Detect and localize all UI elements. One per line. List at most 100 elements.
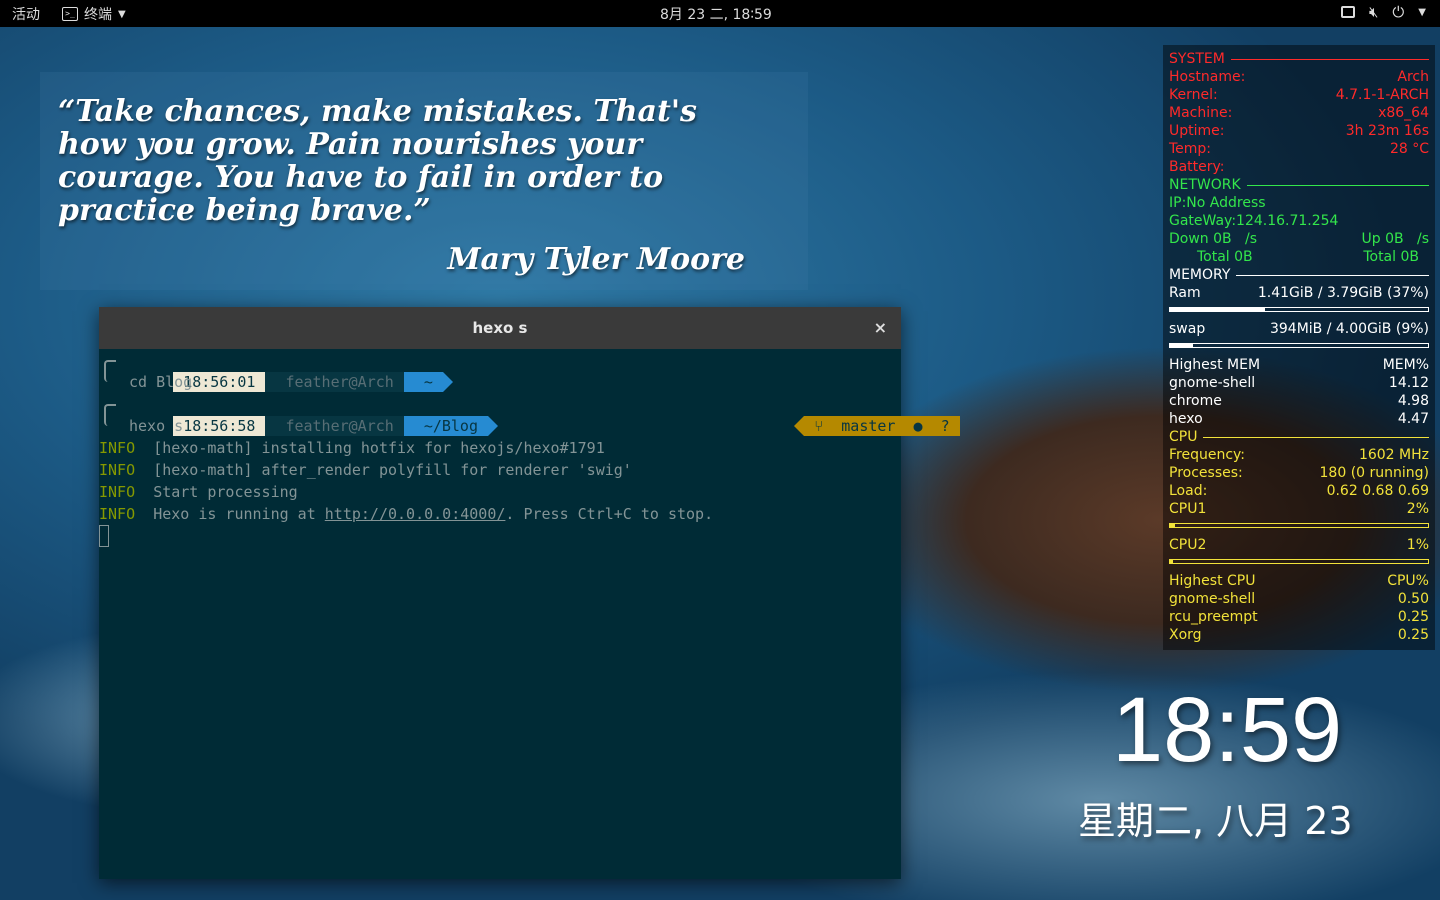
cpu2-row: CPU2 1% [1169, 536, 1429, 554]
top-bar: 活动 >_ 终端 ▼ 8月 23 二, 18∶59 🔇︎ ⏻ ▼ [0, 0, 1440, 27]
row-value: x86_64 [1378, 105, 1429, 121]
prompt-dir: ~/Blog [403, 416, 499, 436]
desktop-clock-date: 星期二, 八月 23 [1078, 799, 1353, 843]
prompt-time: 18:56:58 [173, 416, 276, 436]
top-mem-row: hexo 4.47 [1169, 410, 1429, 428]
network-title: NETWORK [1169, 177, 1241, 193]
upload-total: Total 0B [1363, 249, 1419, 265]
swap-row: swap 394MiB / 4.00GiB (9%) [1169, 320, 1429, 338]
top-mem-row: chrome 4.98 [1169, 392, 1429, 410]
top-cpu-row: rcu_preempt 0.25 [1169, 608, 1429, 626]
row-label: CPU1 [1169, 501, 1207, 517]
system-row: Kernel: 4.7.1-1-ARCH [1169, 86, 1429, 104]
ram-value: 1.41GiB / 3.79GiB (37%) [1257, 285, 1429, 301]
network-total: Total 0B Total 0B [1169, 248, 1429, 266]
prompt-dir: ~ [403, 372, 453, 392]
download-total: Total 0B [1197, 249, 1253, 265]
chevron-down-icon: ▼ [118, 8, 126, 20]
row-label: Frequency: [1169, 447, 1246, 463]
row-value: 4.7.1-1-ARCH [1335, 87, 1429, 103]
terminal-icon: >_ [62, 7, 78, 21]
log-message: Hexo is running at [153, 505, 325, 523]
quote-text: “Take chances, make mistakes. That's how… [58, 94, 697, 228]
prompt-bracket [104, 404, 116, 426]
volume-muted-icon[interactable]: 🔇︎ [1369, 3, 1378, 21]
cpu-header: CPU [1169, 428, 1429, 446]
row-value: 180 (0 running) [1319, 465, 1429, 481]
process-value: 14.12 [1388, 375, 1429, 391]
window-icon[interactable] [1340, 6, 1355, 18]
cpu-row: Load: 0.62 0.68 0.69 [1169, 482, 1429, 500]
system-title: SYSTEM [1169, 51, 1225, 67]
system-row: Uptime: 3h 23m 16s [1169, 122, 1429, 140]
process-value: 4.47 [1397, 411, 1429, 427]
process-name: Xorg [1169, 627, 1202, 643]
prompt-user: feather@Arch [265, 372, 415, 392]
command-line: cd Blog [129, 373, 193, 391]
log-message: [hexo-math] installing hotfix for hexojs… [153, 439, 605, 457]
row-value: 1% [1406, 537, 1429, 553]
ip-text: IP:No Address [1169, 195, 1266, 211]
row-label: Hostname: [1169, 69, 1246, 85]
git-state: ● ? [913, 417, 950, 435]
system-row: Hostname: Arch [1169, 68, 1429, 86]
cpu1-bar [1169, 523, 1429, 528]
prompt-line: 18:56:01 feather@Arch ~ [119, 349, 453, 392]
system-tray[interactable]: 🔇︎ ⏻ ▼ [1340, 3, 1426, 21]
network-header: NETWORK [1169, 176, 1429, 194]
git-branch-icon: ⑂ [814, 417, 824, 435]
log-level: INFO [99, 439, 136, 457]
desktop-clock-time: 18:59 [1112, 679, 1343, 781]
close-icon[interactable]: × [874, 307, 887, 349]
ram-label: Ram [1169, 285, 1201, 301]
log-message: [hexo-math] after_render polyfill for re… [153, 461, 632, 479]
ram-bar [1169, 307, 1429, 312]
memory-header: MEMORY [1169, 266, 1429, 284]
memory-title: MEMORY [1169, 267, 1231, 283]
cpu2-bar [1169, 559, 1429, 564]
row-label: Battery: [1169, 159, 1225, 175]
top-cpu-unit: CPU% [1387, 573, 1429, 589]
terminal-window[interactable]: hexo s × 18:56:01 feather@Arch ~ cd Blog 1… [99, 307, 960, 879]
app-menu[interactable]: >_ 终端 ▼ [62, 4, 126, 24]
terminal-title: hexo s [472, 319, 528, 337]
row-label: Processes: [1169, 465, 1243, 481]
process-value: 0.25 [1397, 627, 1429, 643]
ram-row: Ram 1.41GiB / 3.79GiB (37%) [1169, 284, 1429, 302]
log-line: INFO [hexo-math] after_render polyfill f… [99, 459, 632, 481]
row-label: Kernel: [1169, 87, 1218, 103]
row-value: 0.62 0.68 0.69 [1326, 483, 1429, 499]
system-header: SYSTEM [1169, 50, 1429, 68]
log-level: INFO [99, 483, 136, 501]
chevron-down-icon[interactable]: ▼ [1418, 7, 1426, 18]
app-menu-label: 终端 [84, 7, 112, 23]
top-cpu-title: Highest CPU [1169, 573, 1256, 589]
power-icon[interactable]: ⏻ [1392, 3, 1404, 21]
row-value: 2% [1406, 501, 1429, 517]
log-message: . Press Ctrl+C to stop. [505, 505, 714, 523]
row-value: 3h 23m 16s [1345, 123, 1429, 139]
terminal-titlebar[interactable]: hexo s × [99, 307, 901, 349]
activities-button[interactable]: 活动 [12, 4, 40, 24]
network-ip: IP:No Address [1169, 194, 1429, 212]
row-value: 1602 MHz [1358, 447, 1429, 463]
prompt-line: 18:56:58 feather@Arch ~/Blog [119, 393, 499, 436]
row-value: 28 °C [1389, 141, 1429, 157]
git-branch: master [841, 417, 896, 435]
server-url-link[interactable]: http://0.0.0.0:4000/ [325, 505, 506, 523]
topbar-clock[interactable]: 8月 23 二, 18∶59 [660, 4, 772, 24]
row-value: Arch [1397, 69, 1429, 85]
system-row: Machine: x86_64 [1169, 104, 1429, 122]
download-speed: Down 0B /s [1169, 231, 1257, 247]
command-line: hexo s [129, 417, 184, 435]
cpu1-row: CPU1 2% [1169, 500, 1429, 518]
swap-label: swap [1169, 321, 1206, 337]
log-level: INFO [99, 461, 136, 479]
top-mem-unit: MEM% [1382, 357, 1429, 373]
row-label: Machine: [1169, 105, 1233, 121]
row-label: Temp: [1169, 141, 1212, 157]
network-gateway: GateWay:124.16.71.254 [1169, 212, 1429, 230]
process-name: hexo [1169, 411, 1203, 427]
conky-panel: SYSTEM Hostname: Arch Kernel: 4.7.1-1-ARCH… [1163, 45, 1435, 650]
cpu-row: Frequency: 1602 MHz [1169, 446, 1429, 464]
